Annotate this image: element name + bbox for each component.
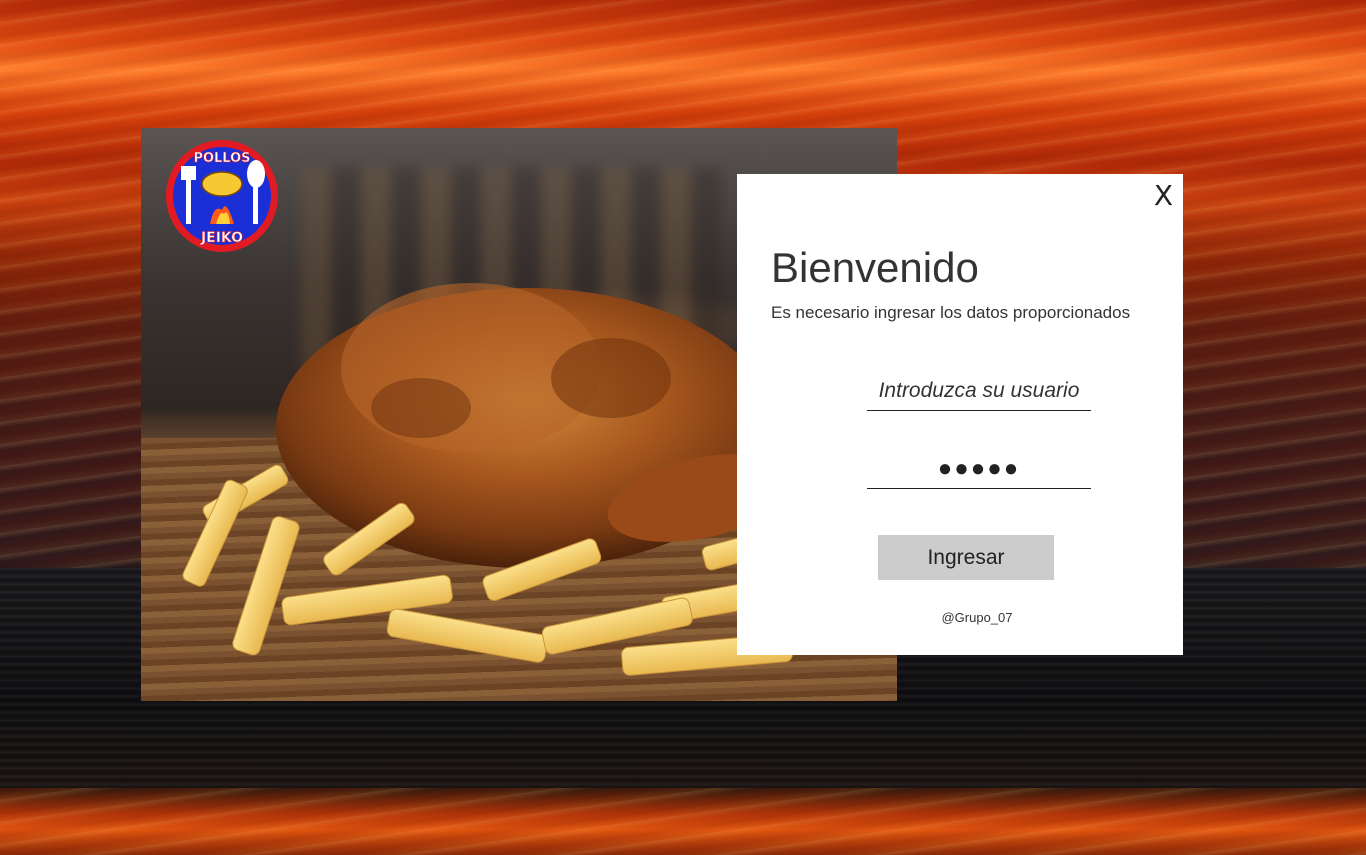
page-title: Bienvenido bbox=[771, 244, 979, 291]
login-subtitle: Es necesario ingresar los datos proporci… bbox=[771, 303, 1131, 322]
login-button[interactable]: Ingresar bbox=[878, 535, 1054, 580]
username-input[interactable] bbox=[867, 371, 1091, 411]
login-card: X Bienvenido Es necesario ingresar los d… bbox=[737, 174, 1183, 655]
password-input[interactable] bbox=[867, 449, 1091, 489]
logo-text-top: POLLOS bbox=[193, 151, 250, 166]
logo-text-bottom: JEIKO bbox=[200, 230, 243, 246]
footer-credit: @Grupo_07 bbox=[941, 610, 1013, 625]
close-icon[interactable]: X bbox=[1154, 182, 1173, 210]
pollos-jeiko-logo: POLLOS JEIKO bbox=[166, 140, 278, 252]
